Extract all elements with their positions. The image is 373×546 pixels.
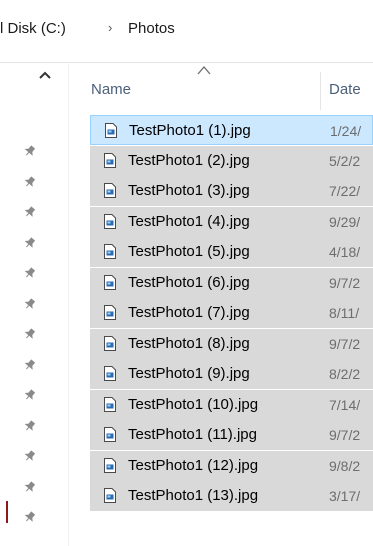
jpg-file-icon (104, 366, 116, 381)
pin-icon[interactable] (19, 142, 39, 162)
breadcrumb-photos[interactable]: Photos (128, 20, 175, 37)
pin-icon[interactable] (19, 447, 39, 467)
jpg-file-icon (104, 488, 116, 503)
breadcrumb-separator-icon[interactable]: › (108, 20, 112, 35)
breadcrumb-local-disk[interactable]: l Disk (C:) (0, 20, 66, 37)
file-name: TestPhoto1 (9).jpg (128, 365, 250, 382)
pin-icon[interactable] (19, 264, 39, 284)
column-header-name[interactable]: Name (91, 81, 131, 98)
pin-icon[interactable] (19, 295, 39, 315)
file-name: TestPhoto1 (6).jpg (128, 273, 250, 291)
column-header-date[interactable]: Date (329, 81, 361, 98)
file-name: TestPhoto1 (3).jpg (128, 182, 250, 199)
file-name: TestPhoto1 (11).jpg (128, 426, 257, 443)
navigation-pane[interactable] (0, 64, 69, 546)
file-row[interactable]: TestPhoto1 (7).jpg 8/11/ (90, 298, 373, 328)
pin-icon[interactable] (19, 386, 39, 406)
jpg-file-icon (104, 244, 116, 259)
pin-icon[interactable] (19, 508, 39, 528)
file-date-modified: 9/7/2 (329, 335, 361, 352)
pin-icon[interactable] (19, 356, 39, 376)
jpg-file-icon (104, 213, 116, 229)
column-divider[interactable] (320, 72, 321, 110)
file-name: TestPhoto1 (1).jpg (129, 122, 251, 139)
file-name: TestPhoto1 (7).jpg (128, 304, 250, 321)
file-row[interactable]: TestPhoto1 (8).jpg 9/7/2 (90, 328, 373, 359)
jpg-file-icon (104, 274, 116, 290)
file-name: TestPhoto1 (12).jpg (128, 456, 259, 474)
file-name: TestPhoto1 (5).jpg (128, 243, 250, 260)
pin-icon[interactable] (19, 478, 39, 498)
file-date-modified: 7/22/ (329, 183, 361, 199)
file-name: TestPhoto1 (4).jpg (128, 212, 250, 230)
file-date-modified: 1/24/ (330, 123, 362, 139)
file-row[interactable]: TestPhoto1 (3).jpg 7/22/ (90, 176, 373, 206)
pin-icon[interactable] (19, 203, 39, 223)
file-name: TestPhoto1 (2).jpg (128, 151, 250, 169)
jpg-file-icon (104, 457, 116, 473)
file-name: TestPhoto1 (10).jpg (128, 395, 259, 413)
jpg-file-icon (104, 427, 116, 442)
jpg-file-icon (104, 305, 116, 320)
file-row[interactable]: TestPhoto1 (5).jpg 4/18/ (90, 237, 373, 267)
file-date-modified: 3/17/ (329, 488, 361, 504)
file-row[interactable]: TestPhoto1 (1).jpg 1/24/ (90, 115, 373, 145)
file-row[interactable]: TestPhoto1 (10).jpg 7/14/ (90, 389, 373, 420)
pin-icon[interactable] (19, 234, 39, 254)
file-row[interactable]: TestPhoto1 (2).jpg 5/2/2 (90, 145, 373, 176)
jpg-file-icon (104, 183, 116, 198)
file-date-modified: 5/2/2 (329, 152, 361, 169)
address-bar[interactable]: l Disk (C:) › Photos (0, 0, 373, 63)
file-row[interactable]: TestPhoto1 (6).jpg 9/7/2 (90, 267, 373, 298)
pin-icon[interactable] (19, 417, 39, 437)
file-row[interactable]: TestPhoto1 (13).jpg 3/17/ (90, 481, 373, 511)
sort-ascending-icon (197, 66, 211, 75)
file-row[interactable]: TestPhoto1 (11).jpg 9/7/2 (90, 420, 373, 450)
file-name: TestPhoto1 (13).jpg (128, 487, 259, 504)
file-name: TestPhoto1 (8).jpg (128, 334, 250, 352)
file-date-modified: 9/8/2 (329, 457, 361, 474)
pin-icon[interactable] (19, 325, 39, 345)
file-date-modified: 8/11/ (329, 305, 360, 321)
file-date-modified: 9/7/2 (329, 274, 361, 291)
file-row[interactable]: TestPhoto1 (4).jpg 9/29/ (90, 206, 373, 237)
jpg-file-icon (104, 396, 116, 412)
file-date-modified: 9/7/2 (329, 427, 361, 443)
pin-icon[interactable] (19, 173, 39, 193)
file-date-modified: 7/14/ (329, 396, 361, 413)
column-header-row: Name Date (70, 64, 373, 110)
nav-item-marker (6, 501, 8, 523)
chevron-up-icon[interactable] (34, 65, 56, 85)
file-row[interactable]: TestPhoto1 (9).jpg 8/2/2 (90, 359, 373, 389)
file-date-modified: 8/2/2 (329, 366, 361, 382)
jpg-file-icon (104, 152, 116, 168)
file-date-modified: 9/29/ (329, 213, 361, 230)
jpg-file-icon (105, 123, 117, 138)
file-date-modified: 4/18/ (329, 244, 361, 260)
file-row[interactable]: TestPhoto1 (12).jpg 9/8/2 (90, 450, 373, 481)
jpg-file-icon (104, 335, 116, 351)
